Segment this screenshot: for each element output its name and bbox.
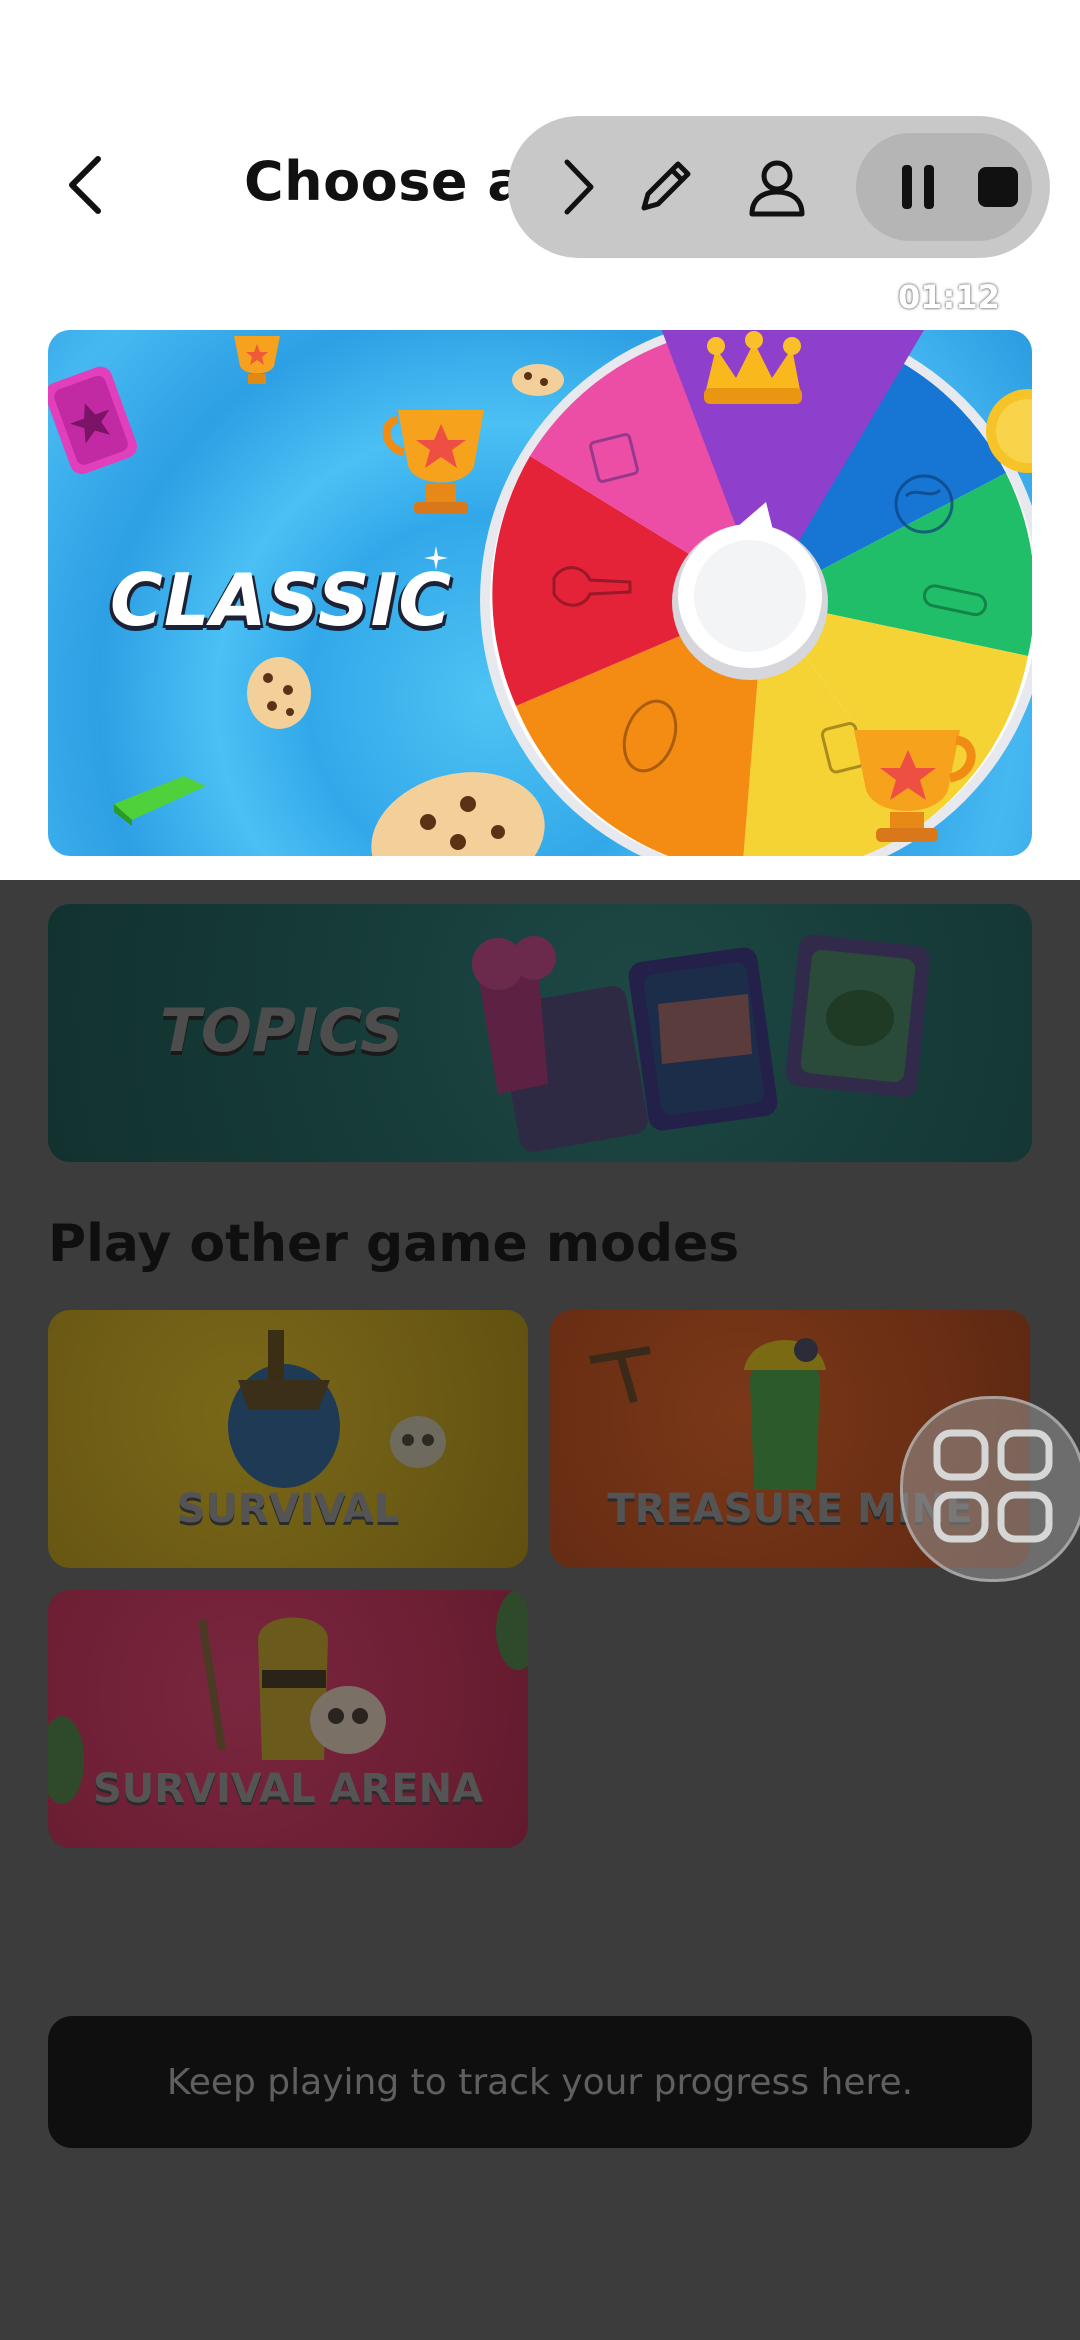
eraser-icon: [114, 776, 206, 826]
arena-character-icon: [198, 1617, 386, 1760]
grid-icon: [933, 1429, 1053, 1543]
floating-overlay-button[interactable]: [900, 1396, 1080, 1582]
person-icon: [749, 160, 805, 217]
classic-label: CLASSIC: [110, 558, 453, 642]
cookie-icon: [247, 657, 311, 729]
ticket-icon: [48, 366, 137, 475]
survival-mode-card[interactable]: SURVIVAL: [48, 1310, 528, 1568]
dinosaur-card-icon: [785, 934, 931, 1098]
chevron-left-icon: [69, 156, 101, 214]
survival-arena-label: SURVIVAL ARENA: [92, 1766, 484, 1812]
trophy-icon: [854, 730, 976, 842]
survival-arena-mode-card[interactable]: SURVIVAL ARENA: [48, 1590, 528, 1848]
stop-icon: [978, 167, 1018, 207]
recorder-next-button[interactable]: [530, 138, 628, 236]
coin-icon: [986, 389, 1032, 473]
miner-character-icon: [744, 1338, 826, 1490]
other-modes-heading: Play other game modes: [48, 1214, 740, 1274]
flag-card-icon: [628, 947, 778, 1131]
trophy-icon: [234, 336, 280, 384]
pause-icon: [902, 165, 934, 209]
survival-character-icon: [228, 1330, 340, 1488]
classic-mode-card[interactable]: CLASSIC: [48, 330, 1032, 856]
progress-message: Keep playing to track your progress here…: [166, 2061, 914, 2103]
crown-icon: [704, 331, 802, 404]
back-button[interactable]: [40, 140, 130, 230]
survival-label: SURVIVAL: [176, 1486, 400, 1532]
chevron-right-icon: [564, 159, 594, 215]
topics-label: TOPICS: [160, 996, 404, 1066]
leaf-icon: [496, 1590, 528, 1670]
recording-timer: 01:12: [898, 278, 1000, 316]
screen-recorder-toolbar: [508, 116, 1050, 258]
progress-banner: Keep playing to track your progress here…: [48, 2016, 1032, 2148]
skull-icon: [390, 1416, 446, 1468]
recorder-controls: [856, 133, 1032, 241]
pickaxe-icon: [589, 1346, 651, 1404]
recorder-stop-button[interactable]: [950, 139, 1046, 235]
pencil-icon: [641, 161, 691, 211]
recorder-draw-button[interactable]: [616, 138, 714, 236]
topics-mode-card[interactable]: TOPICS: [48, 904, 1032, 1162]
recorder-camera-button[interactable]: [728, 138, 826, 236]
